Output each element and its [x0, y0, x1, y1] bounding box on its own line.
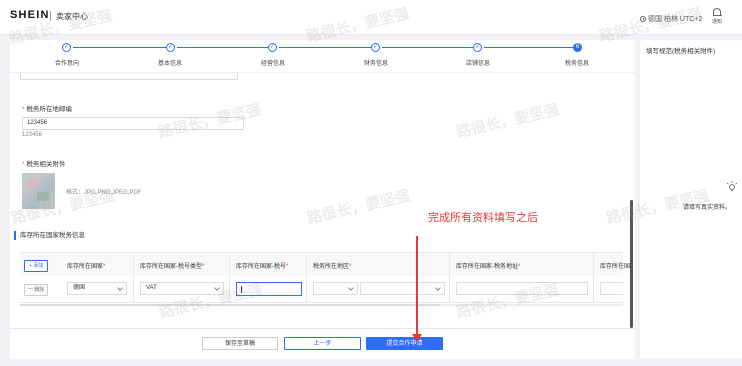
annotation-text: 完成所有资料填写之后: [428, 212, 538, 224]
step-3-check-icon: ✓: [268, 43, 277, 52]
lightbulb-icon: [726, 181, 738, 191]
chevron-down-icon: [435, 285, 441, 291]
step-5-check-icon: ✓: [473, 43, 482, 52]
column-header: 库存所在国: [600, 264, 631, 270]
previous-step-button[interactable]: 上一步: [284, 337, 361, 350]
country-select[interactable]: 德国: [67, 282, 127, 295]
header-divider: [50, 11, 51, 21]
region-sub-select[interactable]: [360, 282, 445, 295]
text-caret: [241, 286, 242, 293]
scrollbar-thumb[interactable]: [20, 304, 440, 306]
step-connector: [73, 47, 166, 48]
postal-code-label: * 税务所在地邮编: [22, 106, 72, 113]
delete-row-button[interactable]: 一 删除: [24, 284, 49, 296]
tax-type-select[interactable]: VAT: [140, 282, 224, 295]
column-divider: [133, 276, 134, 302]
tax-type-value: VAT: [146, 285, 157, 291]
bell-icon-base: [712, 15, 722, 16]
step-label: 基本信息: [157, 61, 182, 67]
notification-label: 通知: [711, 19, 722, 25]
attachment-thumbnail[interactable]: [22, 173, 55, 209]
postal-code-echo: 123456: [22, 132, 43, 138]
chevron-down-icon: [214, 285, 220, 291]
guideline-title: 填写规范(税务相关附件): [646, 48, 716, 55]
save-draft-button[interactable]: 保存至草稿: [202, 337, 278, 350]
chevron-down-icon: [348, 285, 354, 291]
timezone-text: 德国 柏林 UTC+2: [648, 16, 703, 23]
step-connector: [382, 47, 473, 48]
vertical-scrollbar[interactable]: [630, 200, 633, 328]
table-row: 一 删除 德国 VAT: [20, 276, 623, 303]
bell-icon: [713, 8, 721, 15]
column-header: 库存所在国家-税号*: [236, 264, 289, 270]
country-value: 德国: [73, 285, 86, 291]
clock-icon: [640, 16, 646, 22]
step-2-check-icon: ✓: [166, 43, 175, 52]
attachment-label: * 税务相关附件: [22, 161, 66, 168]
annotation-arrow-head: [412, 334, 422, 342]
column-divider: [306, 276, 307, 302]
guideline-side-panel: 填写规范(税务相关附件) 请填写真实资料。: [640, 40, 742, 358]
step-label: 税务信息: [564, 61, 589, 67]
step-connector: [177, 47, 268, 48]
brand-logo[interactable]: SHEIN: [10, 9, 50, 21]
step-connector: [484, 47, 573, 48]
form-footer: 保存至草稿 上一步 提交合作申请: [10, 328, 635, 359]
guideline-tip: 请填写真实资料。: [683, 205, 732, 211]
tax-address-input[interactable]: [456, 282, 588, 295]
chevron-down-icon: [117, 285, 123, 291]
center-name: 卖家中心: [56, 12, 88, 21]
main-form-panel: ✓ ✓ ✓ ✓ ✓ 6 合作意向 基本信息 经营信息 财务信息 店铺信息 税务信…: [10, 40, 635, 359]
column-divider: [449, 276, 450, 302]
progress-stepper: ✓ ✓ ✓ ✓ ✓ 6 合作意向 基本信息 经营信息 财务信息 店铺信息 税务信…: [10, 40, 635, 73]
column-header: 税务所在地区*: [313, 264, 352, 270]
region-select[interactable]: [313, 282, 358, 295]
annotation-arrow-line: [416, 236, 418, 336]
step-label: 合作意向: [54, 61, 79, 67]
column-divider: [593, 276, 594, 302]
next-column-input[interactable]: [600, 282, 623, 295]
step-4-check-icon: ✓: [371, 43, 380, 52]
add-row-button[interactable]: + 添加: [24, 260, 49, 272]
step-connector: [279, 47, 371, 48]
table-horizontal-scrollbar[interactable]: [20, 304, 623, 306]
attachment-format-hint: 格式：JPG,PNG,JPEG,PDF: [66, 190, 142, 196]
column-header: 库存所在国家*: [67, 264, 106, 270]
step-1-check-icon: ✓: [62, 43, 71, 52]
table-header: + 添加 库存所在国家* 库存所在国家-税号类型* 库存所在国家-税号* 税务所…: [20, 252, 630, 303]
step-label: 店铺信息: [465, 61, 490, 67]
column-divider: [229, 276, 230, 302]
step-6-current: 6: [573, 43, 582, 52]
tax-number-input[interactable]: [236, 282, 302, 296]
notification-button[interactable]: 通知: [708, 8, 726, 25]
postal-code-input[interactable]: 123456: [22, 117, 244, 130]
timezone-indicator[interactable]: 德国 柏林 UTC+2: [640, 14, 702, 24]
section-title: 库存所在国家税务信息: [14, 231, 85, 240]
top-header: SHEIN 卖家中心 德国 柏林 UTC+2 通知: [0, 0, 742, 35]
step-label: 财务信息: [363, 61, 388, 67]
submit-application-button[interactable]: 提交合作申请: [366, 337, 443, 350]
column-header: 库存所在国家-税号类型*: [140, 264, 205, 270]
previous-field-input[interactable]: [20, 73, 238, 80]
step-label: 经营信息: [260, 61, 285, 67]
column-header: 库存所在国家-税务地址*: [456, 264, 521, 270]
